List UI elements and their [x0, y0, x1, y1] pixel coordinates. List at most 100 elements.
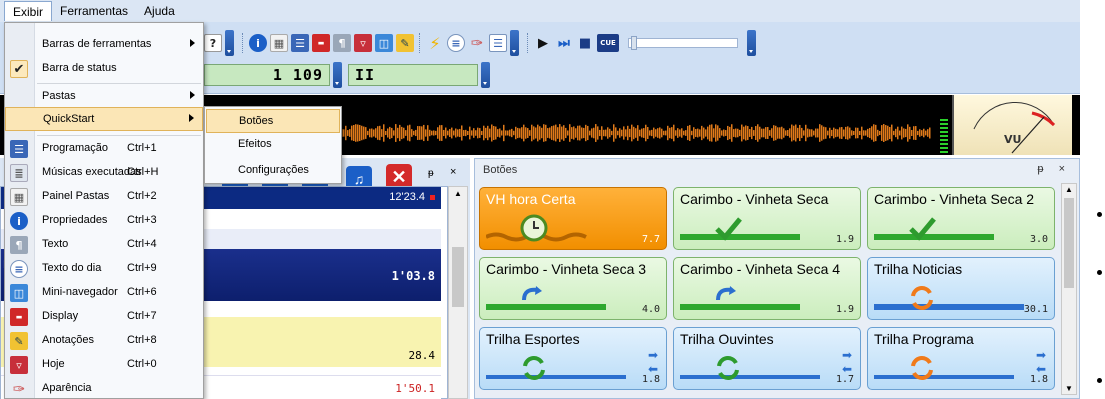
text-icon[interactable]: ¶ [333, 34, 351, 52]
waveform-bar [901, 126, 903, 140]
button-title: Carimbo - Vinheta Seca 4 [680, 261, 841, 277]
quick-button-vh-hora-certa[interactable]: VH hora Certa 7.7 [479, 187, 667, 250]
help-icon[interactable]: ? [204, 34, 222, 52]
menu-item-painel-pastas[interactable]: ▦ Painel Pastas Ctrl+2 [5, 185, 203, 209]
menu-item-barra-status[interactable]: ✔ Barra de status [5, 57, 203, 81]
menu-item-quickstart[interactable]: QuickStart [5, 107, 203, 131]
waveform-bar [897, 126, 899, 140]
waveform-bar [687, 125, 689, 141]
quick-button-carimbo-3[interactable]: Carimbo - Vinheta Seca 3 4.0 [479, 257, 667, 320]
submenu-item-botoes[interactable]: Botões [206, 109, 340, 133]
quick-button-carimbo-2[interactable]: Carimbo - Vinheta Seca 2 3.0 [867, 187, 1055, 250]
waveform-bar [859, 130, 861, 136]
menu-item-texto[interactable]: ¶ Texto Ctrl+4 [5, 233, 203, 257]
play-next-icon[interactable]: ⏭ [555, 34, 573, 52]
toolbar-dropdown[interactable] [747, 30, 756, 56]
menu-item-shortcut: Ctrl+3 [127, 214, 157, 226]
calendar-icon: ▿ [10, 356, 28, 374]
waveform-bar [683, 130, 685, 136]
volume-slider[interactable] [628, 36, 738, 50]
waveform-bar [379, 125, 381, 141]
row-time: 28.4 [408, 349, 436, 362]
menu-separator [37, 83, 201, 84]
quick-button-trilha-noticias[interactable]: Trilha Noticias 30.1 [867, 257, 1055, 320]
menu-item-musicas-executadas[interactable]: ≣ Músicas executadas Ctrl+H [5, 161, 203, 185]
scrollbar-thumb[interactable] [1064, 198, 1074, 288]
quick-button-trilha-ouvintes[interactable]: Trilha Ouvintes ➡ ⬅ 1.7 [673, 327, 861, 390]
toolbar-dropdown[interactable] [510, 30, 519, 56]
menu-item-programacao[interactable]: ☰ Programação Ctrl+1 [5, 137, 203, 161]
time-counter: 1 109 [204, 64, 330, 86]
waveform-bar [863, 130, 865, 136]
quickstart-submenu: Botões Efeitos Configurações [204, 106, 342, 184]
menu-item-pastas[interactable]: Pastas [5, 85, 203, 109]
toolbar-dropdown[interactable] [333, 62, 342, 88]
waveform-bar [423, 124, 425, 142]
slider-thumb[interactable] [631, 36, 637, 50]
folders-panel-icon[interactable]: ▦ [270, 34, 288, 52]
waveform-bar [451, 127, 453, 139]
menu-item-display[interactable]: ▬ Display Ctrl+7 [5, 305, 203, 329]
daily-text-icon[interactable]: ≡ [447, 34, 465, 52]
lightning-icon[interactable]: ⚡ [426, 34, 444, 53]
stop-icon[interactable]: ■ [576, 34, 594, 52]
waveform-bar [929, 127, 931, 139]
play-icon[interactable]: ▶ [534, 34, 552, 52]
waveform-bar [367, 130, 369, 136]
waveform-bar [389, 126, 391, 140]
scrollbar-thumb[interactable] [452, 247, 464, 307]
menu-item-propriedades[interactable]: i Propriedades Ctrl+3 [5, 209, 203, 233]
menu-item-hoje[interactable]: ▿ Hoje Ctrl+0 [5, 353, 203, 377]
waveform-bar [425, 129, 427, 137]
menu-item-mini-navegador[interactable]: ◫ Mini-navegador Ctrl+6 [5, 281, 203, 305]
calendar-icon[interactable]: ▿ [354, 34, 372, 52]
waveform-bar [883, 124, 885, 142]
quick-button-trilha-esportes[interactable]: Trilha Esportes ➡ ⬅ 1.8 [479, 327, 667, 390]
waveform-icon [486, 375, 626, 379]
toolbar-dropdown[interactable] [481, 62, 490, 88]
vu-meter: VU [952, 95, 1072, 155]
waveform-bar [533, 126, 535, 140]
waveform-bar [421, 126, 423, 140]
mini-browser-icon[interactable]: ◫ [375, 34, 393, 52]
display-icon[interactable]: ▬ [312, 34, 330, 52]
waveform-bar [785, 130, 787, 136]
waveform-bar [571, 127, 573, 139]
schedule-icon[interactable]: ☰ [291, 34, 309, 52]
waveform-bar [689, 125, 691, 141]
quick-button-carimbo-1[interactable]: Carimbo - Vinheta Seca 1.9 [673, 187, 861, 250]
menu-ferramentas[interactable]: Ferramentas [52, 1, 136, 21]
menu-item-aparencia[interactable]: ✑ Aparência [5, 377, 203, 399]
waveform-bar [905, 128, 907, 138]
submenu-item-efeitos[interactable]: Efeitos [206, 133, 340, 157]
playlist-scrollbar[interactable]: ▲ [448, 186, 468, 399]
quick-button-trilha-programa[interactable]: Trilha Programa ➡ ⬅ 1.8 [867, 327, 1055, 390]
waveform-bar [659, 127, 661, 139]
list-icon[interactable]: ☰ [489, 34, 507, 52]
menu-item-texto-do-dia[interactable]: ≡ Texto do dia Ctrl+9 [5, 257, 203, 281]
chevron-down-icon[interactable]: ▼ [1065, 384, 1073, 393]
toolbar-dropdown[interactable] [225, 30, 234, 56]
chevron-up-icon[interactable]: ▲ [1065, 185, 1073, 194]
waveform-bar [615, 127, 617, 139]
close-icon[interactable]: × [450, 166, 456, 178]
menu-item-anotacoes[interactable]: ✎ Anotações Ctrl+8 [5, 329, 203, 353]
menu-exibir[interactable]: Exibir [4, 1, 53, 21]
chevron-up-icon[interactable]: ▲ [454, 189, 462, 198]
repeat-green-icon [717, 356, 739, 380]
menu-item-barras-ferramentas[interactable]: Barras de ferramentas [5, 33, 203, 57]
submenu-item-configuracoes[interactable]: Configurações [206, 159, 340, 183]
waveform-icon [680, 375, 820, 379]
menu-item-shortcut: Ctrl+8 [127, 334, 157, 346]
cue-icon[interactable]: CUE [597, 34, 619, 52]
waveform-bar [715, 124, 717, 142]
appearance-icon[interactable]: ✑ [468, 34, 486, 52]
buttons-scrollbar[interactable]: ▲ ▼ [1061, 183, 1077, 395]
quick-button-carimbo-4[interactable]: Carimbo - Vinheta Seca 4 1.9 [673, 257, 861, 320]
waveform-bar [493, 125, 495, 141]
notes-icon[interactable]: ✎ [396, 34, 414, 52]
panel-controls[interactable]: ᵽ × [1037, 163, 1071, 175]
info-icon[interactable]: i [249, 34, 267, 52]
pin-icon[interactable]: ᵽ [428, 168, 434, 179]
menu-ajuda[interactable]: Ajuda [136, 1, 183, 21]
